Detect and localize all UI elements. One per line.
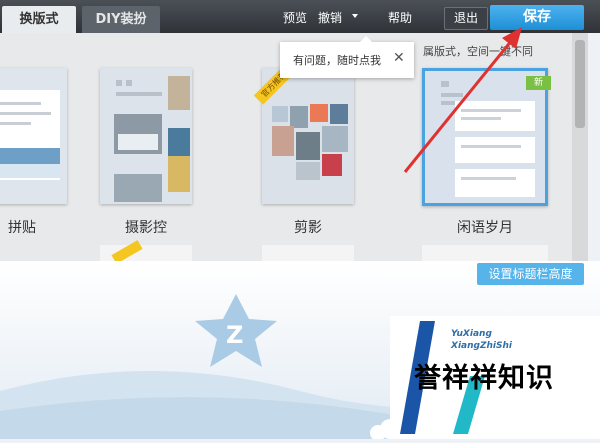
- red-arrow-annotation: [403, 27, 522, 173]
